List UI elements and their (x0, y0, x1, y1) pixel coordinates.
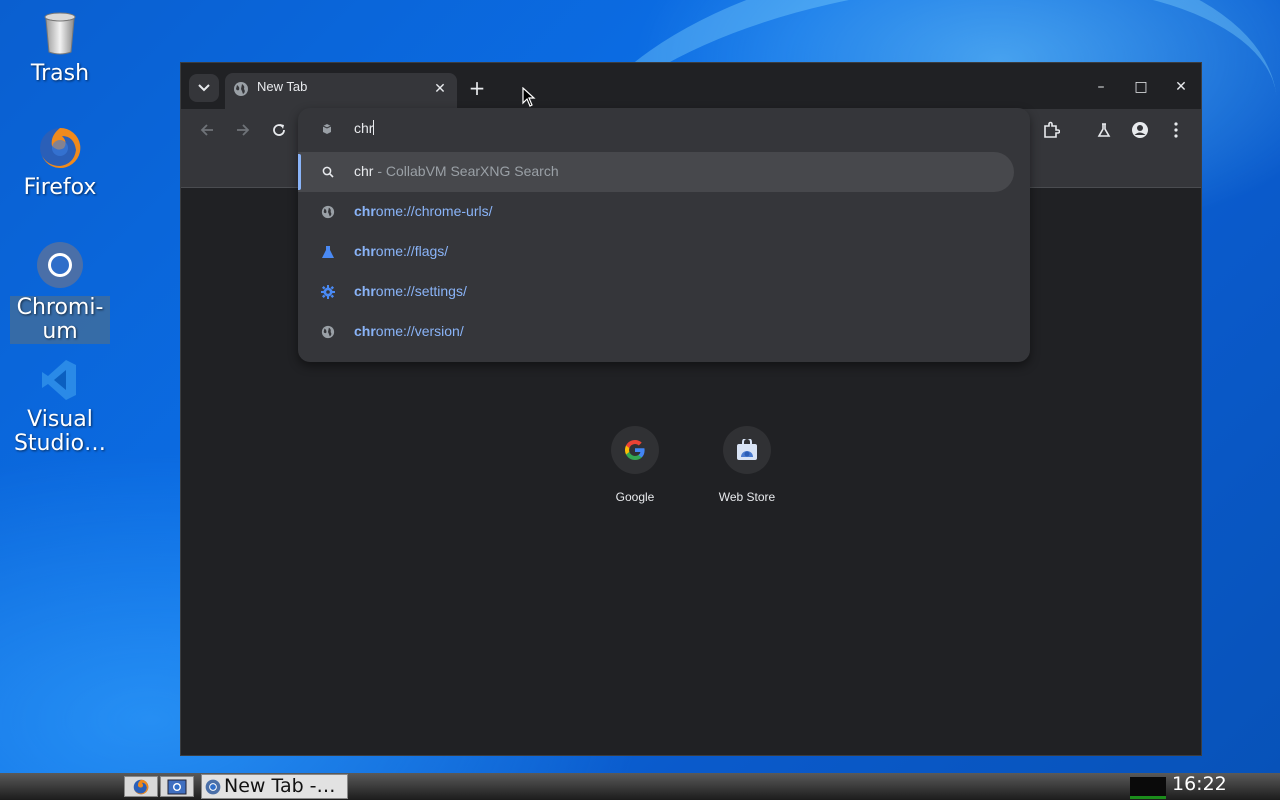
desktop-icon-label: Chromi- (16, 295, 104, 320)
puzzle-icon (1044, 121, 1060, 138)
suggestion-rest: ome://chrome-urls/ (375, 203, 493, 219)
system-tray-monitor (1130, 777, 1166, 799)
google-icon (625, 440, 645, 460)
shortcut-google[interactable]: Google (590, 426, 680, 504)
search-icon (322, 166, 334, 178)
close-window-button[interactable]: ✕ (1161, 73, 1201, 101)
forward-button[interactable] (231, 118, 255, 142)
taskbar: New Tab -… 16:22 (0, 773, 1280, 800)
desktop-icon-visual-studio[interactable]: Visual Studio… (10, 358, 110, 456)
flask-icon (1097, 123, 1111, 137)
extensions-button[interactable] (1039, 118, 1063, 142)
address-input[interactable]: chr (354, 120, 375, 136)
suggestion-chrome-urls[interactable]: chrome://chrome-urls/ (298, 192, 1014, 232)
chromium-icon (37, 242, 83, 288)
suggestion-icon (320, 284, 336, 300)
suggestion-icon (320, 164, 336, 180)
menu-button[interactable] (1164, 118, 1188, 142)
chromium-icon (205, 779, 221, 795)
launcher-firefox[interactable] (124, 776, 158, 797)
launcher-chromium[interactable] (160, 776, 194, 797)
desktop-icon-label-line2: Studio… (13, 431, 107, 456)
shortcut-tile (611, 426, 659, 474)
tab-title: New Tab (257, 79, 308, 94)
reload-icon (273, 124, 285, 136)
omnibox-dropdown: chr chr - CollabVM SearXNG Search chrome… (298, 108, 1030, 362)
globe-icon (234, 82, 248, 96)
shortcut-label: Google (615, 490, 655, 504)
suggestion-chrome-settings[interactable]: chrome://settings/ (298, 272, 1014, 312)
address-bar[interactable]: chr (298, 108, 1030, 150)
trash-icon (44, 12, 76, 55)
globe-icon (321, 205, 335, 219)
suggestion-match: chr (354, 283, 376, 299)
chevron-down-icon (198, 84, 210, 92)
taskbar-task-new-tab[interactable]: New Tab -… (201, 774, 348, 799)
kebab-menu-icon (1174, 122, 1178, 138)
back-button[interactable] (195, 118, 219, 142)
suggestion-text: chrome://chrome-urls/ (354, 203, 493, 219)
suggestion-search[interactable]: chr - CollabVM SearXNG Search (298, 152, 1014, 192)
forward-arrow-icon (237, 124, 250, 136)
firefox-icon (40, 127, 81, 168)
web-store-icon (737, 439, 757, 460)
person-icon (1132, 122, 1148, 138)
suggestion-rest: ome://version/ (375, 323, 464, 339)
tab-search-button[interactable] (189, 74, 219, 102)
omnibox-page-icon (322, 124, 332, 134)
desktop-icon-label: Visual (27, 407, 93, 432)
desktop-icon-label-line2: um (42, 319, 78, 344)
suggestion-chrome-version[interactable]: chrome://version/ (298, 312, 1014, 352)
globe-icon (321, 325, 335, 339)
minimize-button[interactable]: – (1081, 73, 1121, 101)
gear-icon (321, 285, 335, 299)
shortcut-web-store[interactable]: Web Store (702, 426, 792, 504)
suggestion-match: chr (354, 163, 374, 179)
suggestion-rest: ome://settings/ (375, 283, 467, 299)
suggestion-match: chr (354, 243, 376, 259)
suggestion-rest: ome://flags/ (375, 243, 449, 259)
chromium-icon (167, 779, 187, 794)
desktop-icon-label: Trash (30, 61, 90, 86)
taskbar-clock: 16:22 (1172, 773, 1227, 795)
new-tab-button[interactable]: + (465, 77, 489, 101)
back-arrow-icon (200, 124, 213, 136)
flask-icon (322, 246, 334, 258)
desktop-icon-firefox[interactable]: Firefox (10, 126, 110, 200)
tab-new-tab[interactable]: New Tab ✕ (225, 73, 457, 109)
tab-close-button[interactable]: ✕ (431, 80, 449, 98)
suggestion-text: chrome://version/ (354, 323, 464, 339)
address-input-text: chr (354, 120, 374, 136)
shortcut-label: Web Store (718, 490, 776, 504)
maximize-button[interactable]: □ (1121, 73, 1161, 101)
labs-button[interactable] (1092, 118, 1116, 142)
reload-button[interactable] (267, 118, 291, 142)
tab-strip: New Tab ✕ + – □ ✕ (181, 63, 1201, 109)
suggestion-icon (320, 244, 336, 260)
firefox-icon (133, 779, 149, 794)
suggestion-text: chr - CollabVM SearXNG Search (354, 163, 559, 179)
desktop-icon-label: Firefox (23, 175, 97, 200)
visual-studio-icon (42, 360, 76, 400)
suggestion-icon (320, 204, 336, 220)
shortcut-tile (723, 426, 771, 474)
suggestion-icon (320, 324, 336, 340)
suggestion-text: chrome://settings/ (354, 283, 467, 299)
text-caret (373, 120, 375, 135)
suggestion-match: chr (354, 323, 376, 339)
mouse-cursor-icon (522, 87, 536, 107)
suggestion-chrome-flags[interactable]: chrome://flags/ (298, 232, 1014, 272)
suggestion-rest: - CollabVM SearXNG Search (373, 163, 559, 179)
suggestion-match: chr (354, 203, 376, 219)
profile-button[interactable] (1128, 118, 1152, 142)
taskbar-task-title: New Tab -… (224, 775, 336, 797)
suggestion-text: chrome://flags/ (354, 243, 448, 259)
desktop-icon-trash[interactable]: Trash (10, 12, 110, 86)
desktop-icon-chromium[interactable]: Chromi- um (10, 240, 110, 344)
